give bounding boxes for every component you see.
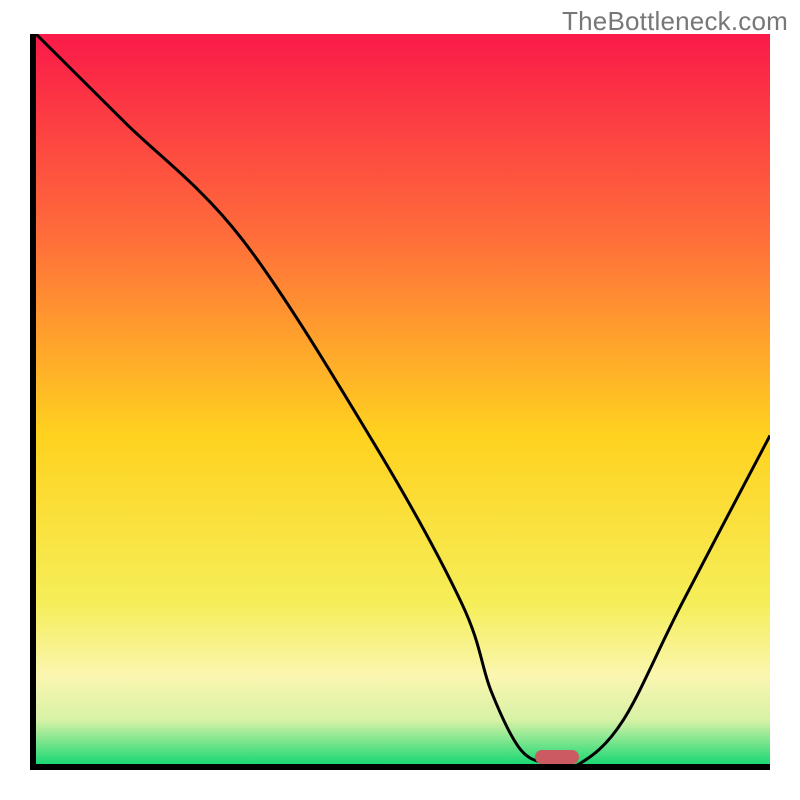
chart-plot-area bbox=[30, 34, 770, 770]
chart-inner bbox=[36, 34, 770, 764]
bottleneck-curve bbox=[36, 34, 770, 764]
watermark-text: TheBottleneck.com bbox=[562, 6, 788, 37]
optimal-marker bbox=[535, 750, 579, 764]
